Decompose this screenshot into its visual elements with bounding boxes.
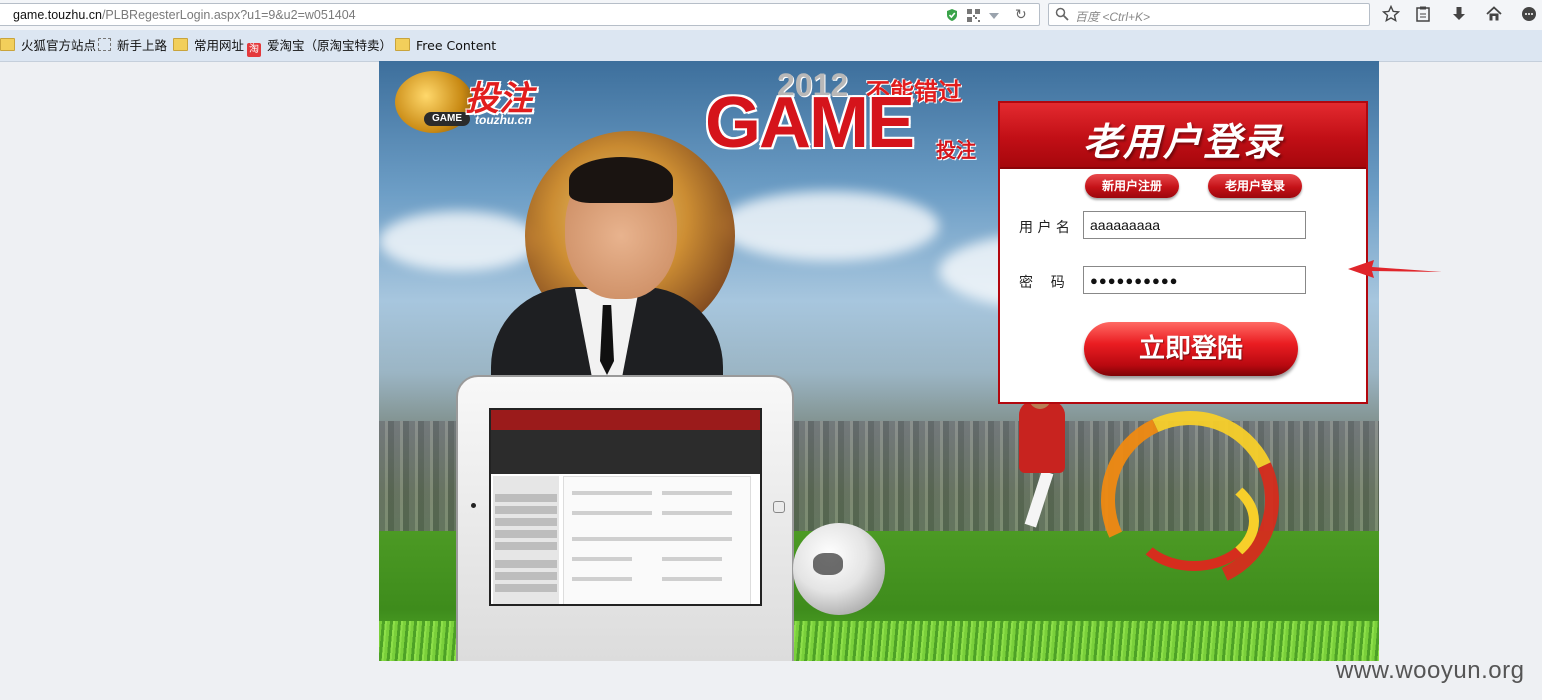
logo-game-label: GAME [424,112,470,126]
password-input[interactable] [1083,266,1306,294]
preview-content [563,476,751,604]
new-user-register-button[interactable]: 新用户注册 [1085,174,1179,198]
spokesman-hair [569,157,673,203]
url-host: game.touzhu.cn [13,8,102,22]
preview-line [662,491,732,495]
preview-sidebar-row [495,560,557,568]
preview-sidebar-row [495,572,557,580]
preview-line [662,557,722,561]
bookmark-item[interactable]: 淘爱淘宝（原淘宝特卖） [247,38,393,57]
search-icon [1055,7,1069,21]
download-icon[interactable] [1450,5,1468,23]
old-user-login-button[interactable]: 老用户登录 [1208,174,1302,198]
preview-sidebar [493,476,559,604]
preview-sidebar-row [495,518,557,526]
preview-sidebar-row [495,506,557,514]
tablet-camera [471,503,476,508]
bookmark-label: 常用网址 [194,38,245,53]
tablet-home-button [773,501,785,513]
bookmark-item[interactable]: 新手上路 [98,38,167,54]
bookmark-label: Free Content [416,38,497,53]
watermark: www.wooyun.org [1336,657,1525,684]
dashed-page-icon [98,38,111,51]
bookmark-label: 新手上路 [117,38,168,53]
headline-game: GAME [705,83,915,163]
logo-domain: touzhu.cn [475,113,532,127]
folder-icon [395,38,410,51]
cloud [379,211,539,271]
username-input[interactable] [1083,211,1306,239]
tablet-screen-preview [489,408,762,606]
preview-line [572,557,632,561]
search-box[interactable]: 百度 <Ctrl+K> [1048,3,1370,26]
login-header: 老用户登录 [1000,103,1366,169]
preview-sidebar-row [495,542,557,550]
reading-list-icon[interactable] [1414,5,1432,23]
bookmark-item[interactable]: 火狐官方站点 [0,38,96,54]
preview-sidebar-row [495,584,557,592]
address-bar[interactable]: game.touzhu.cn/PLBRegesterLogin.aspx?u1=… [0,3,1040,26]
bookmark-item[interactable]: Free Content [395,38,496,54]
login-panel: 老用户登录 新用户注册 老用户登录 用 户 名 密 码 立即登陆 [998,101,1368,404]
reload-icon[interactable]: ↻ [1015,7,1031,23]
url-text[interactable]: game.touzhu.cn/PLBRegesterLogin.aspx?u1=… [13,8,356,22]
folder-icon [0,38,15,51]
player-jersey [1019,401,1065,473]
star-icon[interactable] [1382,5,1400,23]
login-title: 老用户登录 [1082,120,1283,164]
bookmark-item[interactable]: 常用网址 [173,38,244,54]
cloud [719,191,939,261]
password-label: 密 码 [1019,275,1065,291]
preview-line [572,491,652,495]
home-icon[interactable] [1485,5,1503,23]
preview-userbar [491,430,760,474]
preview-header [491,410,760,430]
football-image [793,523,885,615]
username-label: 用 户 名 [1019,220,1070,236]
navigation-toolbar: game.touzhu.cn/PLBRegesterLogin.aspx?u1=… [0,0,1542,30]
headline-touzhu: 投注 [936,138,976,162]
preview-line [662,577,722,581]
security-shield-icon[interactable] [945,8,959,22]
decorative-swirl [1129,471,1259,571]
preview-line [572,577,632,581]
preview-line [572,511,652,515]
search-placeholder: 百度 <Ctrl+K> [1075,10,1151,24]
history-dropdown-icon[interactable] [989,13,999,19]
url-path: /PLBRegesterLogin.aspx?u1=9&u2=w051404 [101,8,356,22]
taobao-icon: 淘 [247,43,261,57]
bookmarks-toolbar: 火狐官方站点 新手上路 常用网址 淘爱淘宝（原淘宝特卖） Free Conten… [0,30,1542,62]
preview-sidebar-row [495,530,557,538]
qr-code-icon[interactable] [967,9,980,22]
login-submit-button[interactable]: 立即登陆 [1084,322,1298,376]
bookmark-label: 火狐官方站点 [21,38,97,53]
red-arrow-annotation [1348,260,1442,278]
bookmark-label: 爱淘宝（原淘宝特卖） [267,38,393,53]
chat-icon[interactable] [1520,5,1538,23]
preview-line [572,537,732,541]
preview-line [662,511,732,515]
folder-icon [173,38,188,51]
preview-sidebar-row [495,494,557,502]
